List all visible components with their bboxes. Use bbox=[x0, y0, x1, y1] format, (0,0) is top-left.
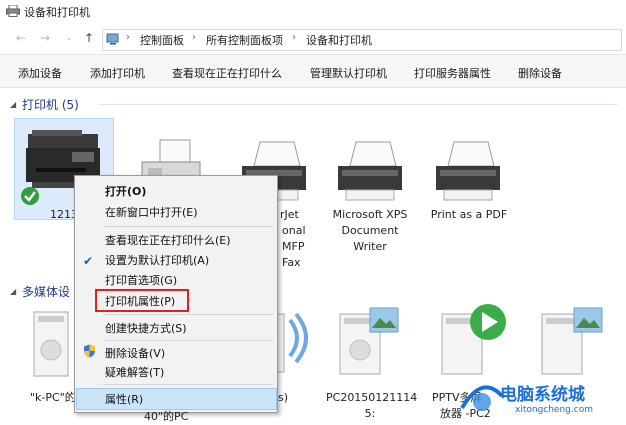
default-check-icon bbox=[21, 187, 39, 205]
media-player-icon[interactable] bbox=[438, 300, 508, 378]
printer-label: Writer bbox=[353, 240, 387, 253]
menu-item-remove-device[interactable]: 删除设备(V) bbox=[105, 345, 165, 361]
media-label: PC20150121114 bbox=[326, 391, 418, 404]
forward-arrow-icon[interactable]: → bbox=[38, 31, 52, 45]
printer-label: onal bbox=[282, 224, 306, 237]
breadcrumb-devices-printers[interactable]: 设备和打印机 bbox=[306, 32, 372, 48]
menu-item-see-whats-printing[interactable]: 查看现在正在打印什么(E) bbox=[105, 232, 231, 248]
menu-item-troubleshoot[interactable]: 疑难解答(T) bbox=[105, 364, 164, 380]
back-arrow-icon[interactable]: ← bbox=[14, 31, 28, 45]
window-title: 设备和打印机 bbox=[24, 6, 90, 19]
media-device-icon[interactable] bbox=[338, 306, 408, 378]
menu-item-printer-properties[interactable]: 打印机属性(P) bbox=[105, 293, 175, 309]
breadcrumb-all-items[interactable]: 所有控制面板项 bbox=[206, 32, 283, 48]
printer-label: Document bbox=[341, 224, 399, 237]
media-label: s) bbox=[278, 391, 289, 404]
menu-item-open[interactable]: 打开(O) bbox=[105, 183, 146, 199]
menu-item-properties[interactable]: 属性(R) bbox=[105, 391, 143, 407]
recent-chevron-icon[interactable]: ⌄ bbox=[62, 31, 76, 45]
command-bar: 添加设备 添加打印机 查看现在正在打印什么 管理默认打印机 打印服务器属性 删除… bbox=[0, 55, 626, 88]
see-whats-printing-button[interactable]: 查看现在正在打印什么 bbox=[172, 65, 282, 81]
control-panel-icon bbox=[106, 33, 119, 45]
printer-label: MFP bbox=[282, 240, 305, 253]
watermark-text: 电脑系统城 bbox=[500, 385, 585, 405]
checkmark-icon: ✔ bbox=[83, 254, 94, 268]
printers-group-title[interactable]: 打印机 (5) bbox=[22, 96, 79, 113]
collapse-arrow-icon[interactable]: ◢ bbox=[10, 100, 16, 109]
menu-separator bbox=[103, 340, 273, 341]
printer-label: Microsoft XPS bbox=[332, 208, 408, 221]
watermark-domain: xitongcheng.com bbox=[515, 405, 593, 415]
menu-item-open-new-window[interactable]: 在新窗口中打开(E) bbox=[105, 204, 198, 220]
add-printer-button[interactable]: 添加打印机 bbox=[90, 65, 145, 81]
breadcrumb-control-panel[interactable]: 控制面板 bbox=[140, 32, 184, 48]
breadcrumb-separator-icon: › bbox=[192, 32, 196, 43]
breadcrumb-separator-icon: › bbox=[126, 32, 130, 43]
shield-icon bbox=[84, 344, 95, 358]
media-label: 5: bbox=[364, 407, 376, 420]
menu-item-printing-preferences[interactable]: 打印首选项(G) bbox=[105, 272, 177, 288]
pdf-printer-icon[interactable] bbox=[432, 140, 504, 204]
media-label: 40"的PC bbox=[144, 410, 189, 423]
watermark-logo-icon bbox=[460, 385, 504, 411]
remove-device-button[interactable]: 删除设备 bbox=[518, 65, 562, 81]
breadcrumb-separator-icon: › bbox=[292, 32, 296, 43]
xps-printer-icon[interactable] bbox=[334, 140, 406, 204]
context-menu: 打开(O) 在新窗口中打开(E) 查看现在正在打印什么(E) ✔ 设置为默认打印… bbox=[74, 175, 278, 413]
group-divider bbox=[98, 104, 618, 105]
multimedia-group-title[interactable]: 多媒体设 bbox=[22, 283, 70, 300]
print-server-properties-button[interactable]: 打印服务器属性 bbox=[414, 65, 491, 81]
add-device-button[interactable]: 添加设备 bbox=[18, 65, 62, 81]
media-device-icon[interactable] bbox=[540, 306, 612, 378]
menu-separator bbox=[103, 226, 273, 227]
media-label: "k-PC"的 bbox=[30, 391, 76, 404]
manage-default-printer-button[interactable]: 管理默认打印机 bbox=[310, 65, 387, 81]
menu-item-set-default[interactable]: 设置为默认打印机(A) bbox=[105, 252, 209, 268]
printer-label: Fax bbox=[282, 256, 301, 269]
printer-label: Print as a PDF bbox=[430, 208, 508, 221]
media-device-icon[interactable] bbox=[30, 308, 76, 380]
collapse-arrow-icon[interactable]: ◢ bbox=[10, 287, 16, 296]
address-bar: ← → ⌄ ↑ › 控制面板 › 所有控制面板项 › 设备和打印机 bbox=[0, 24, 626, 55]
menu-item-create-shortcut[interactable]: 创建快捷方式(S) bbox=[105, 320, 187, 336]
title-bar: 设备和打印机 bbox=[0, 0, 626, 24]
menu-separator bbox=[103, 314, 273, 315]
printer-icon bbox=[6, 5, 20, 17]
printer-label: rJet bbox=[280, 208, 299, 221]
up-arrow-icon[interactable]: ↑ bbox=[82, 31, 96, 45]
menu-separator bbox=[103, 384, 273, 385]
